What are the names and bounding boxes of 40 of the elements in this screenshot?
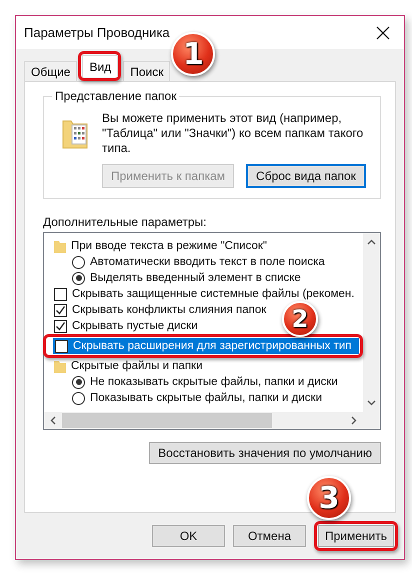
checkbox[interactable] [54, 288, 67, 300]
radio-button[interactable] [72, 272, 85, 284]
folder-view-button[interactable]: Сброс вида папок [246, 164, 366, 188]
group-title: Представление папок [52, 89, 180, 103]
folder-icon [54, 240, 66, 252]
description-text: Вы можете применить этот вид (например, "Таблица" или "Значки") ко всем папкам такого типа. [102, 111, 364, 156]
list-item[interactable]: Скрывать защищенные системные файлы (рекомен. [52, 286, 363, 302]
callout-badge: 2 [282, 301, 318, 337]
list-item[interactable]: Скрытые файлы и папки [52, 358, 363, 374]
dialog-button[interactable]: Применить [318, 525, 394, 547]
dialog-button[interactable]: OK [152, 525, 225, 547]
checkbox[interactable] [54, 320, 67, 332]
close-icon[interactable] [376, 26, 390, 40]
tab[interactable]: Вид [82, 55, 118, 77]
checkbox[interactable] [55, 340, 68, 352]
radio-button[interactable] [72, 256, 85, 268]
horizontal-scrollbar[interactable] [44, 412, 363, 429]
scroll-right-icon[interactable] [351, 416, 357, 425]
radio-button[interactable] [72, 392, 85, 404]
list-item[interactable]: Скрывать расширения для зарегистрированных тип [53, 338, 359, 354]
list-item[interactable]: Показывать скрытые файлы, папки и диски [52, 390, 363, 406]
tab[interactable]: Поиск [123, 61, 170, 81]
restore-defaults-button[interactable]: Восстановить значения по умолчанию [149, 442, 381, 464]
list-item[interactable]: Выделять введенный элемент в списке [52, 270, 363, 286]
window-title: Параметры Проводника [24, 25, 170, 40]
scroll-down-icon[interactable] [367, 400, 376, 406]
scrollbar-thumb[interactable] [62, 413, 272, 428]
list-item[interactable]: Не показывать скрытые файлы, папки и диски [52, 374, 363, 390]
scroll-up-icon[interactable] [367, 239, 376, 245]
callout-badge: 1 [171, 32, 216, 76]
radio-button[interactable] [72, 376, 85, 388]
dialog-button[interactable]: Отмена [233, 525, 306, 547]
tab[interactable]: Общие [24, 61, 78, 81]
vertical-scrollbar[interactable] [363, 233, 380, 412]
section-label: Дополнительные параметры: [43, 215, 208, 229]
list-item[interactable]: При вводе текста в режиме "Список" [52, 238, 363, 254]
checkbox[interactable] [54, 304, 67, 316]
list-item[interactable]: Автоматически вводить текст в поле поиска [52, 254, 363, 270]
scroll-left-icon[interactable] [50, 416, 56, 425]
folder-icon [54, 360, 66, 372]
